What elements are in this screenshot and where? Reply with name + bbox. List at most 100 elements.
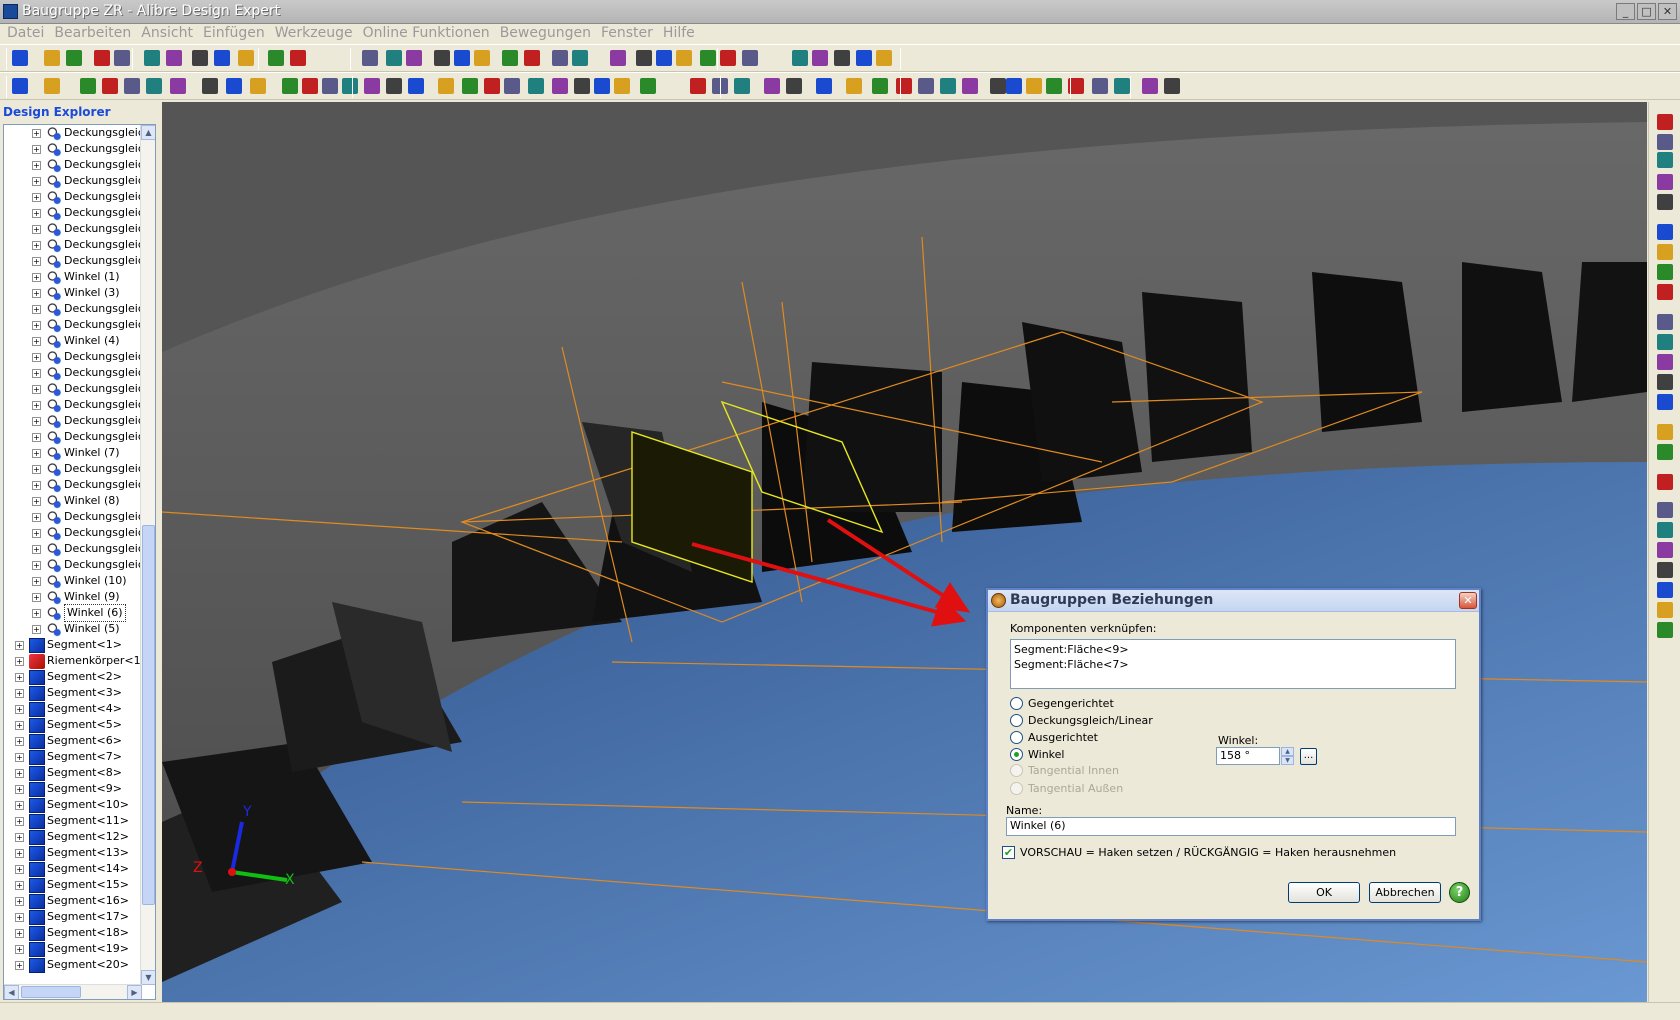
scroll-thumb[interactable] <box>142 525 155 905</box>
tree-item-constraint[interactable]: + Deckungsgleic <box>32 301 142 317</box>
tree-item-constraint[interactable]: + Deckungsgleic <box>32 397 142 413</box>
tree-item-part[interactable]: + Segment<9> <box>15 781 122 797</box>
tree-item-constraint[interactable]: + Deckungsgleic <box>32 477 142 493</box>
expand-icon[interactable]: + <box>15 880 24 890</box>
tree-item-part[interactable]: + Segment<17> <box>15 909 129 925</box>
expand-icon[interactable]: + <box>32 400 41 410</box>
expand-icon[interactable]: + <box>15 672 24 682</box>
toolbar-button-icon[interactable] <box>502 50 518 66</box>
expand-icon[interactable]: + <box>32 496 41 506</box>
view-tool-icon[interactable] <box>1657 424 1673 440</box>
view-tool-icon[interactable] <box>1657 244 1673 260</box>
toolbar-button-icon[interactable] <box>282 78 298 94</box>
list-item[interactable]: Segment:Fläche<9> <box>1014 642 1452 657</box>
toolbar-button-icon[interactable] <box>474 50 490 66</box>
toolbar-button-icon[interactable] <box>250 78 266 94</box>
name-input[interactable]: Winkel (6) <box>1006 817 1456 836</box>
toolbar-button-icon[interactable] <box>896 78 912 94</box>
tree-item-part[interactable]: + Segment<20> <box>15 957 129 973</box>
menu-bewegungen[interactable]: Bewegungen <box>495 24 596 44</box>
toolbar-button-icon[interactable] <box>1142 78 1158 94</box>
toolbar-button-icon[interactable] <box>44 50 60 66</box>
expand-icon[interactable]: + <box>15 704 24 714</box>
toolbar-button-icon[interactable] <box>170 78 186 94</box>
toolbar-button-icon[interactable] <box>1092 78 1108 94</box>
menu-einfuegen[interactable]: Einfügen <box>198 24 270 44</box>
expand-icon[interactable]: + <box>15 688 24 698</box>
toolbar-button-icon[interactable] <box>438 78 454 94</box>
view-tool-icon[interactable] <box>1657 374 1673 390</box>
angle-more-button[interactable]: ... <box>1300 748 1317 765</box>
view-tool-icon[interactable] <box>1657 522 1673 538</box>
tree-item-part[interactable]: + Segment<6> <box>15 733 122 749</box>
expand-icon[interactable]: + <box>32 608 41 618</box>
toolbar-button-icon[interactable] <box>146 78 162 94</box>
tree-item-constraint[interactable]: + Deckungsgleic <box>32 349 142 365</box>
tree-item-constraint[interactable]: + Deckungsgleic <box>32 413 142 429</box>
toolbar-button-icon[interactable] <box>386 78 402 94</box>
tree-item-constraint[interactable]: + Winkel (10) <box>32 573 127 589</box>
toolbar-button-icon[interactable] <box>202 78 218 94</box>
toolbar-button-icon[interactable] <box>166 50 182 66</box>
toolbar-button-icon[interactable] <box>812 50 828 66</box>
toolbar-button-icon[interactable] <box>408 78 424 94</box>
tree-item-constraint[interactable]: + Deckungsgleic <box>32 173 142 189</box>
menu-hilfe[interactable]: Hilfe <box>658 24 700 44</box>
toolbar-button-icon[interactable] <box>720 50 736 66</box>
view-tool-icon[interactable] <box>1657 582 1673 598</box>
view-tool-icon[interactable] <box>1657 444 1673 460</box>
view-tool-icon[interactable] <box>1657 394 1673 410</box>
tree-item-part[interactable]: + Segment<8> <box>15 765 122 781</box>
tree-item-constraint[interactable]: + Deckungsgleic <box>32 237 142 253</box>
toolbar-button-icon[interactable] <box>734 78 750 94</box>
components-list[interactable]: Segment:Fläche<9> Segment:Fläche<7> <box>1010 639 1456 689</box>
tree-item-part[interactable]: + Segment<1> <box>15 637 122 653</box>
toolbar-button-icon[interactable] <box>114 50 130 66</box>
expand-icon[interactable]: + <box>15 800 24 810</box>
tree-item-constraint[interactable]: + Deckungsgleic <box>32 429 142 445</box>
view-tool-icon[interactable] <box>1657 314 1673 330</box>
expand-icon[interactable]: + <box>32 208 41 218</box>
tree-item-constraint[interactable]: + Deckungsgleic <box>32 221 142 237</box>
expand-icon[interactable]: + <box>32 192 41 202</box>
toolbar-button-icon[interactable] <box>786 78 802 94</box>
expand-icon[interactable]: + <box>32 240 41 250</box>
maximize-button[interactable]: □ <box>1637 3 1656 20</box>
toolbar-button-icon[interactable] <box>322 78 338 94</box>
toolbar-button-icon[interactable] <box>640 78 656 94</box>
menu-online-funktionen[interactable]: Online Funktionen <box>358 24 495 44</box>
expand-icon[interactable]: + <box>32 176 41 186</box>
expand-icon[interactable]: + <box>15 640 24 650</box>
tree-item-body[interactable]: + Riemenkörper<1>(F <box>15 653 142 669</box>
toolbar-button-icon[interactable] <box>406 50 422 66</box>
view-tool-icon[interactable] <box>1657 562 1673 578</box>
tree-item-constraint[interactable]: + Winkel (6) <box>32 604 126 622</box>
expand-icon[interactable]: + <box>32 352 41 362</box>
tree-item-part[interactable]: + Segment<16> <box>15 893 129 909</box>
expand-icon[interactable]: + <box>32 368 41 378</box>
tree-item-constraint[interactable]: + Winkel (8) <box>32 493 120 509</box>
menu-werkzeuge[interactable]: Werkzeuge <box>270 24 358 44</box>
toolbar-button-icon[interactable] <box>764 78 780 94</box>
view-tool-icon[interactable] <box>1657 474 1673 490</box>
tree-item-constraint[interactable]: + Deckungsgleic <box>32 525 142 541</box>
toolbar-button-icon[interactable] <box>454 50 470 66</box>
expand-icon[interactable]: + <box>32 144 41 154</box>
tree-item-constraint[interactable]: + Deckungsgleic <box>32 317 142 333</box>
expand-icon[interactable]: + <box>15 720 24 730</box>
radio-deckungsgleich-linear[interactable]: Deckungsgleich/Linear <box>1010 714 1153 727</box>
menu-fenster[interactable]: Fenster <box>596 24 658 44</box>
preview-checkbox[interactable]: ✔ VORSCHAU = Haken setzen / RÜCKGÄNGIG = … <box>1002 846 1396 859</box>
expand-icon[interactable]: + <box>15 656 24 666</box>
menu-datei[interactable]: Datei <box>2 24 49 44</box>
expand-icon[interactable]: + <box>32 128 41 138</box>
toolbar-button-icon[interactable] <box>552 50 568 66</box>
tree-item-constraint[interactable]: + Winkel (1) <box>32 269 120 285</box>
toolbar-button-icon[interactable] <box>364 78 380 94</box>
expand-icon[interactable]: + <box>32 576 41 586</box>
tree-item-constraint[interactable]: + Deckungsgleic <box>32 205 142 221</box>
expand-icon[interactable]: + <box>32 480 41 490</box>
tree-item-constraint[interactable]: + Deckungsgleic <box>32 381 142 397</box>
close-button[interactable]: ✕ <box>1658 3 1677 20</box>
toolbar-button-icon[interactable] <box>342 78 358 94</box>
